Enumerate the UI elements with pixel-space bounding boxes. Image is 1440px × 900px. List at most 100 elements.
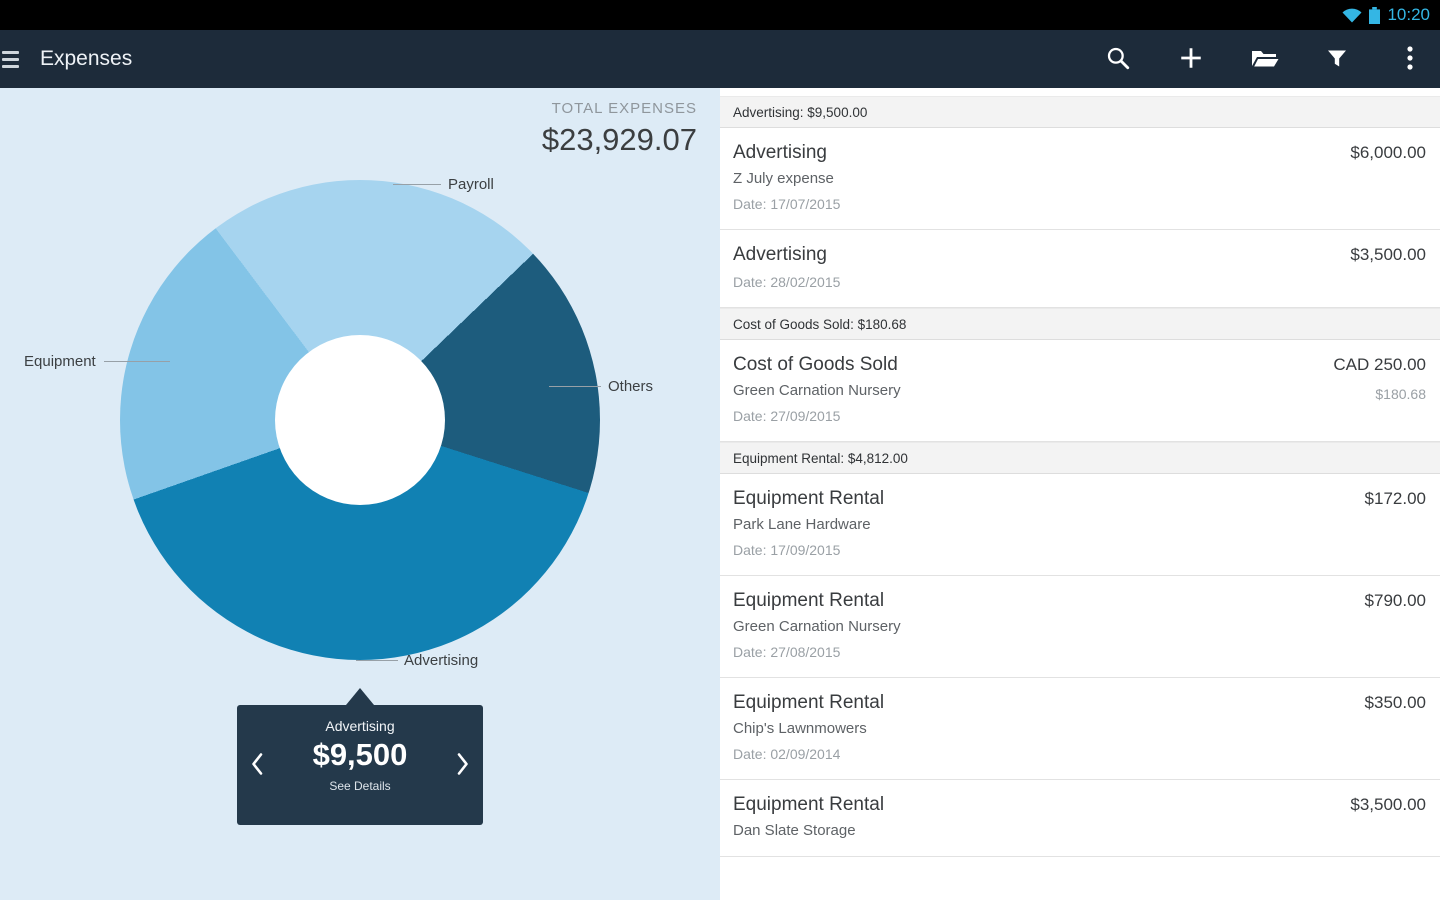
filter-button[interactable] (1323, 39, 1351, 79)
expense-item-amounts: $350.00 (1365, 691, 1426, 764)
expense-item-amount: $3,500.00 (1350, 243, 1426, 267)
expense-group-header: Cost of Goods Sold: $180.68 (720, 308, 1440, 340)
chart-panel: TOTAL EXPENSES $23,929.07 Payroll Equipm… (0, 88, 720, 900)
leader-line (356, 660, 398, 661)
tooltip-category: Advertising (237, 718, 483, 734)
chart-label-text: Payroll (448, 176, 494, 193)
expense-item-amounts: $172.00 (1365, 487, 1426, 560)
expense-item-title: Advertising (733, 243, 840, 267)
expense-item-vendor: Park Lane Hardware (733, 515, 884, 535)
expense-item-title: Advertising (733, 141, 840, 165)
expense-item-vendor: Dan Slate Storage (733, 821, 884, 841)
expense-list-item[interactable]: Cost of Goods Sold Green Carnation Nurser… (720, 340, 1440, 442)
expense-item-title: Cost of Goods Sold (733, 353, 901, 377)
chart-label-equipment: Equipment (24, 353, 170, 370)
tooltip-arrow (346, 688, 374, 705)
hamburger-icon (2, 51, 19, 54)
expense-list-item[interactable]: Equipment Rental Chip's Lawnmowers Date: 0… (720, 678, 1440, 780)
expense-item-amount: $350.00 (1365, 691, 1426, 715)
app-bar-actions (1104, 39, 1440, 79)
screen: 10:20 Expenses (0, 0, 1440, 900)
chart-tooltip: Advertising $9,500 See Details (237, 705, 483, 825)
expense-item-info: Cost of Goods Sold Green Carnation Nurser… (733, 353, 901, 426)
total-expenses-summary: TOTAL EXPENSES $23,929.07 (542, 100, 697, 158)
expense-item-date: Date: 28/02/2015 (733, 273, 840, 292)
folder-icon (1249, 45, 1279, 74)
overflow-menu-button[interactable] (1396, 39, 1424, 79)
previous-segment-button[interactable] (245, 749, 269, 781)
donut-hole (275, 335, 445, 505)
battery-icon (1369, 7, 1380, 24)
expense-item-amount: $790.00 (1365, 589, 1426, 613)
expense-list-item[interactable]: Advertising Z July expense Date: 17/07/201… (720, 128, 1440, 230)
overflow-dots-icon (1406, 45, 1414, 74)
add-expense-button[interactable] (1177, 39, 1205, 79)
expense-list: Advertising: $9,500.00 Advertising Z July … (720, 96, 1440, 857)
expense-list-panel: Advertising: $9,500.00 Advertising Z July … (720, 88, 1440, 900)
status-bar: 10:20 (0, 0, 1440, 30)
leader-line (393, 184, 441, 185)
plus-icon (1178, 45, 1204, 74)
expense-item-amounts: $6,000.00 (1350, 141, 1426, 214)
expense-item-amount: CAD 250.00 (1333, 353, 1426, 377)
expense-group-header: Advertising: $9,500.00 (720, 96, 1440, 128)
expense-item-date: Date: 27/08/2015 (733, 643, 901, 662)
chevron-right-icon (456, 751, 470, 780)
expense-list-item[interactable]: Equipment Rental Park Lane Hardware Date: … (720, 474, 1440, 576)
expense-item-title: Equipment Rental (733, 589, 901, 613)
categorize-button[interactable] (1250, 39, 1278, 79)
page-title: Expenses (40, 47, 132, 71)
chart-label-text: Others (608, 378, 653, 395)
total-expenses-label: TOTAL EXPENSES (542, 100, 697, 117)
expense-item-amounts: $790.00 (1365, 589, 1426, 662)
expense-item-date: Date: 17/09/2015 (733, 541, 884, 560)
tooltip-amount: $9,500 (237, 737, 483, 773)
expense-item-info: Advertising Z July expense Date: 17/07/201… (733, 141, 840, 214)
chevron-left-icon (250, 751, 264, 780)
expense-item-title: Equipment Rental (733, 691, 884, 715)
expense-item-date: Date: 27/09/2015 (733, 407, 901, 426)
expense-item-amount: $172.00 (1365, 487, 1426, 511)
total-expenses-amount: $23,929.07 (542, 122, 697, 158)
expense-item-vendor: Chip's Lawnmowers (733, 719, 884, 739)
expense-item-amount: $3,500.00 (1350, 793, 1426, 817)
expense-group-header: Equipment Rental: $4,812.00 (720, 442, 1440, 474)
app-bar: Expenses (0, 30, 1440, 88)
expense-item-info: Equipment Rental Park Lane Hardware Date: … (733, 487, 884, 560)
expense-item-info: Equipment Rental Green Carnation Nursery D… (733, 589, 901, 662)
wifi-icon (1342, 7, 1362, 23)
expense-item-vendor: Z July expense (733, 169, 840, 189)
expense-item-date: Date: 02/09/2014 (733, 745, 884, 764)
see-details-button[interactable]: See Details (329, 779, 390, 793)
expense-item-amounts: $3,500.00 (1350, 793, 1426, 841)
chart-label-text: Equipment (24, 353, 96, 370)
expense-item-info: Equipment Rental Dan Slate Storage (733, 793, 884, 841)
menu-button[interactable] (0, 39, 30, 79)
search-icon (1105, 45, 1131, 74)
expense-item-info: Equipment Rental Chip's Lawnmowers Date: 0… (733, 691, 884, 764)
chart-label-others: Others (549, 378, 653, 395)
expense-item-title: Equipment Rental (733, 487, 884, 511)
expense-item-amount-converted: $180.68 (1333, 386, 1426, 402)
expense-item-vendor: Green Carnation Nursery (733, 381, 901, 401)
chart-label-text: Advertising (404, 652, 478, 669)
expense-list-item[interactable]: Advertising Date: 28/02/2015 $3,500.00 (720, 230, 1440, 308)
chart-label-advertising: Advertising (356, 652, 478, 669)
main-content: TOTAL EXPENSES $23,929.07 Payroll Equipm… (0, 88, 1440, 900)
expense-item-vendor: Green Carnation Nursery (733, 617, 901, 637)
expense-item-date: Date: 17/07/2015 (733, 195, 840, 214)
filter-funnel-icon (1325, 46, 1349, 73)
expense-item-amounts: $3,500.00 (1350, 243, 1426, 292)
expense-item-amounts: CAD 250.00 $180.68 (1333, 353, 1426, 426)
leader-line (104, 361, 170, 362)
expense-item-info: Advertising Date: 28/02/2015 (733, 243, 840, 292)
expense-item-amount: $6,000.00 (1350, 141, 1426, 165)
chart-label-payroll: Payroll (393, 176, 494, 193)
expense-list-item[interactable]: Equipment Rental Green Carnation Nursery D… (720, 576, 1440, 678)
expense-item-title: Equipment Rental (733, 793, 884, 817)
search-button[interactable] (1104, 39, 1132, 79)
next-segment-button[interactable] (451, 749, 475, 781)
expense-list-item[interactable]: Equipment Rental Dan Slate Storage $3,500.… (720, 780, 1440, 857)
leader-line (549, 386, 601, 387)
status-time: 10:20 (1387, 5, 1430, 25)
